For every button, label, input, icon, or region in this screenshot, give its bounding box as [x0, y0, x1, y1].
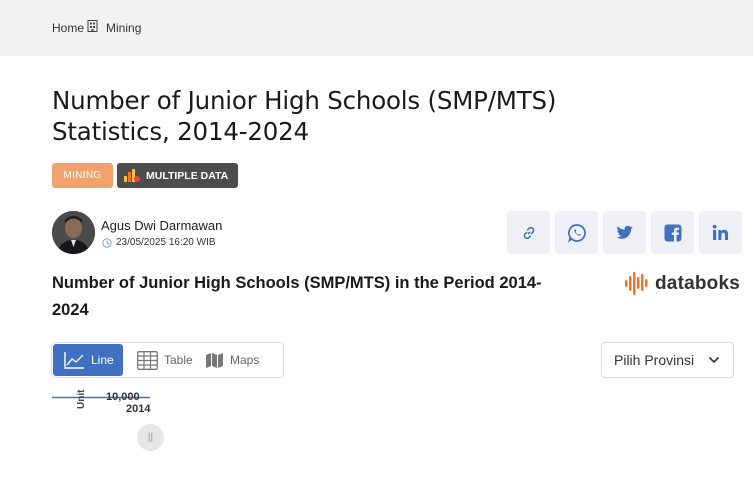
twitter-icon — [616, 225, 633, 239]
bar-chart-icon — [124, 169, 140, 182]
chart-view-tabs: Line Table Maps — [51, 342, 284, 378]
whatsapp-icon — [567, 223, 586, 243]
x-tick-label: 2014 — [126, 403, 151, 415]
breadcrumb: Home Mining — [52, 20, 141, 35]
breadcrumb-home-link[interactable]: Home — [52, 21, 84, 35]
province-select-value: Pilih Provinsi — [614, 352, 695, 368]
avatar — [52, 211, 95, 254]
linkedin-icon — [712, 224, 728, 240]
tab-maps-label: Maps — [230, 353, 260, 367]
y-tick-label: 10,000 — [106, 391, 140, 403]
facebook-icon — [664, 224, 681, 242]
databoks-bars-icon — [625, 272, 648, 295]
building-icon — [87, 20, 98, 32]
tab-maps[interactable]: Maps — [203, 344, 259, 376]
page-title: Number of Junior High Schools (SMP/MTS) … — [52, 86, 557, 146]
map-icon — [206, 352, 223, 368]
category-tag[interactable]: MINING — [52, 163, 113, 188]
databoks-wordmark: databoks — [655, 272, 741, 294]
share-whatsapp-button[interactable] — [555, 211, 598, 254]
share-facebook-button[interactable] — [651, 211, 694, 254]
share-linkedin-button[interactable] — [699, 211, 742, 254]
breadcrumb-mining-link[interactable]: Mining — [106, 21, 141, 35]
chart-heading: Number of Junior High Schools (SMP/MTS) … — [52, 274, 542, 319]
slider-handle-grip: || — [147, 432, 154, 443]
link-icon — [523, 226, 534, 239]
clock-icon — [102, 237, 112, 248]
copy-link-button[interactable] — [507, 211, 550, 254]
tab-table-label: Table — [164, 353, 193, 367]
tab-line-label: Line — [91, 353, 114, 367]
databoks-logo[interactable]: databoks — [625, 271, 740, 296]
province-select[interactable]: Pilih Provinsi — [601, 342, 734, 378]
line-chart-icon — [64, 352, 84, 369]
tab-table[interactable]: Table — [123, 344, 203, 376]
chevron-down-icon — [708, 356, 720, 364]
top-bar: Home Mining — [0, 0, 753, 56]
year-range-slider-handle[interactable]: || — [137, 424, 164, 451]
y-axis-label: Unit — [76, 389, 87, 409]
share-twitter-button[interactable] — [603, 211, 646, 254]
multiple-data-label: MULTIPLE DATA — [146, 169, 229, 182]
author-name[interactable]: Agus Dwi Darmawan — [101, 218, 222, 233]
table-icon — [137, 350, 158, 370]
tab-line[interactable]: Line — [53, 344, 123, 376]
publish-date: 23/05/2025 16:20 WIB — [102, 237, 216, 248]
publish-date-text: 23/05/2025 16:20 WIB — [116, 237, 216, 248]
multiple-data-tag[interactable]: MULTIPLE DATA — [117, 163, 238, 188]
